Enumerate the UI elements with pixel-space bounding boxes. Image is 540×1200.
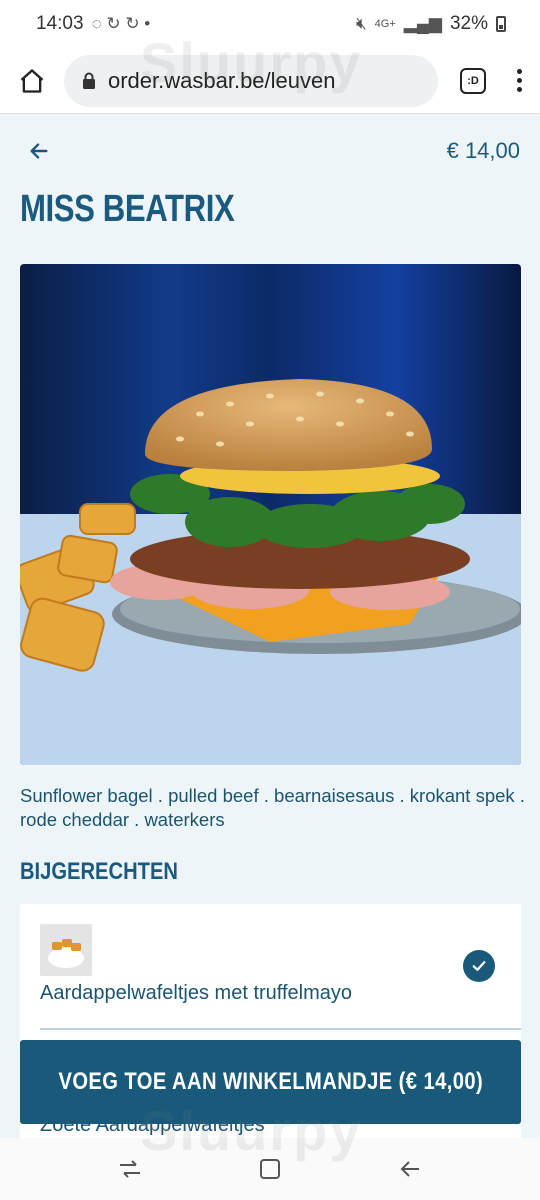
browser-toolbar: order.wasbar.be/leuven :D (0, 48, 540, 114)
more-vert-icon[interactable] (514, 69, 524, 92)
check-icon[interactable] (463, 950, 495, 982)
signal-icon: ▂▄▆ (403, 14, 442, 33)
add-to-cart-button[interactable]: VOEG TOE AAN WINKELMANDJE (€ 14,00) (20, 1040, 521, 1124)
status-left: 14:03 ◌ ↻ ↻ • (36, 13, 150, 35)
url-text: order.wasbar.be/leuven (108, 67, 336, 93)
sync-icon: ◌ ↻ ↻ • (91, 14, 151, 33)
product-photo (20, 264, 521, 765)
arrow-left-icon[interactable] (28, 140, 52, 164)
address-bar[interactable]: order.wasbar.be/leuven (64, 54, 438, 107)
tab-switcher-icon[interactable]: :D (460, 67, 486, 94)
side-thumbnail (40, 924, 92, 976)
product-price: € 14,00 (446, 138, 520, 163)
home-button-icon[interactable] (252, 1151, 288, 1187)
add-to-cart-label: VOEG TOE AAN WINKELMANDJE (€ 14,00) (58, 1068, 483, 1095)
sides-title: BIJGERECHTEN (20, 858, 178, 885)
network-label: 4G+ (374, 18, 396, 30)
product-title: MISS BEATRIX (20, 188, 235, 230)
back-icon[interactable] (392, 1151, 428, 1187)
home-icon[interactable] (16, 65, 48, 97)
lock-icon (82, 72, 96, 90)
side-option-label[interactable]: Aardappelwafeltjes met truffelmayo (40, 982, 352, 1005)
battery-percent: 32% (449, 13, 488, 34)
recent-apps-icon[interactable] (112, 1151, 148, 1187)
status-time: 14:03 (36, 13, 84, 34)
status-bar: 14:03 ◌ ↻ ↻ • 🔇︎ 4G+ ▂▄▆ 32% (0, 0, 540, 48)
mute-icon: 🔇︎ (355, 14, 367, 33)
battery-icon (496, 16, 506, 32)
status-right: 🔇︎ 4G+ ▂▄▆ 32% (356, 13, 506, 35)
divider (40, 1028, 521, 1030)
android-nav-bar (0, 1138, 540, 1200)
product-description: Sunflower bagel . pulled beef . bearnais… (20, 785, 525, 830)
